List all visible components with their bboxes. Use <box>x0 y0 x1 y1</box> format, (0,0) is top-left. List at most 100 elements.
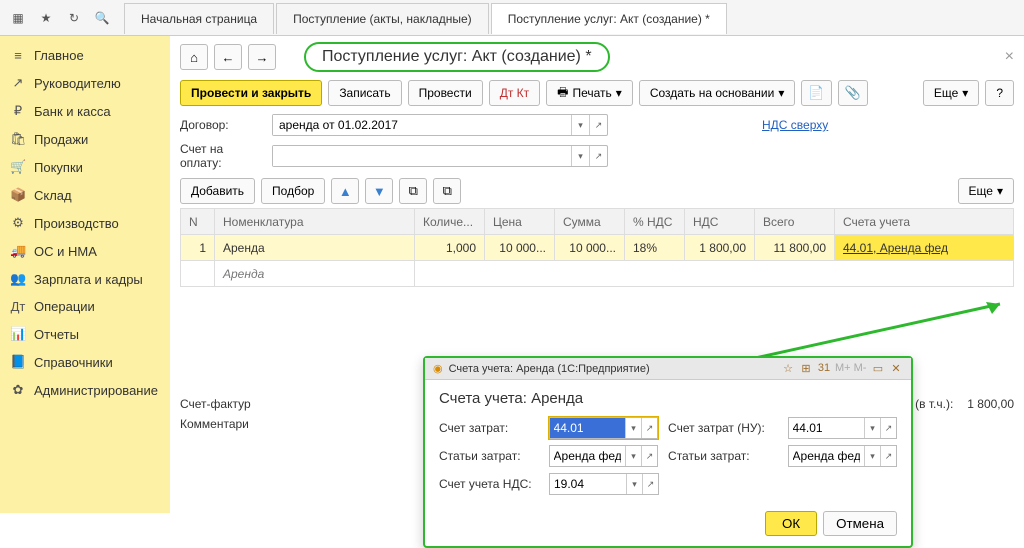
vat-link[interactable]: НДС сверху <box>762 118 828 132</box>
pin-icon[interactable]: ☆ <box>781 362 795 375</box>
table-header-row: N Номенклатура Количе... Цена Сумма % НД… <box>181 209 1014 235</box>
vat-acc-combo[interactable]: ▾↗ <box>549 473 659 495</box>
cell-price[interactable]: 10 000... <box>485 235 555 261</box>
chevron-down-icon[interactable]: ▾ <box>626 474 642 494</box>
apps-icon[interactable]: ▦ <box>6 6 30 30</box>
ok-button[interactable]: ОК <box>765 511 817 536</box>
move-down-button[interactable]: ▼ <box>365 178 393 204</box>
date-icon[interactable]: 31 <box>817 362 831 375</box>
table-row[interactable]: 1 Аренда 1,000 10 000... 10 000... 18% 1… <box>181 235 1014 261</box>
contract-input[interactable] <box>273 115 571 135</box>
sidebar-item-purchases[interactable]: 🛒Покупки <box>0 153 170 181</box>
post-button[interactable]: Провести <box>408 80 483 106</box>
move-up-button[interactable]: ▲ <box>331 178 359 204</box>
back-button[interactable]: ← <box>214 44 242 70</box>
col-price: Цена <box>485 209 555 235</box>
sidebar-item-label: Руководителю <box>34 76 121 91</box>
sidebar-item-production[interactable]: ⚙Производство <box>0 209 170 237</box>
cost-item-input[interactable] <box>550 446 626 466</box>
cell-vat[interactable]: 1 800,00 <box>685 235 755 261</box>
attach-button[interactable]: 📎 <box>838 80 868 106</box>
calc-icon[interactable]: ⊞ <box>799 362 813 375</box>
copy-button[interactable]: ⧉ <box>399 178 427 204</box>
invoice-input[interactable] <box>273 146 571 166</box>
sidebar-item-main[interactable]: ≡Главное <box>0 42 170 69</box>
cost-item-combo[interactable]: ▾↗ <box>549 445 659 467</box>
close-dialog-icon[interactable]: ✕ <box>889 362 903 375</box>
save-button[interactable]: Записать <box>328 80 401 106</box>
cell-account[interactable]: 44.01, Аренда фед <box>835 235 1014 261</box>
sidebar-item-sales[interactable]: 🛍Продажи <box>0 125 170 153</box>
cost-acc-combo[interactable]: ▾↗ <box>549 417 659 439</box>
add-button[interactable]: Добавить <box>180 178 255 204</box>
open-icon[interactable]: ↗ <box>589 115 607 135</box>
open-icon[interactable]: ↗ <box>880 418 896 438</box>
people-icon: 👥 <box>10 271 26 287</box>
sidebar-item-warehouse[interactable]: 📦Склад <box>0 181 170 209</box>
search-icon[interactable]: 🔍 <box>90 6 114 30</box>
invoice-combo[interactable]: ▾ ↗ <box>272 145 608 167</box>
tab-current[interactable]: Поступление услуг: Акт (создание) * <box>491 3 727 34</box>
vat-acc-input[interactable] <box>550 474 626 494</box>
col-sum: Сумма <box>555 209 625 235</box>
table-more-button[interactable]: Еще ▾ <box>958 178 1014 204</box>
chevron-down-icon[interactable]: ▾ <box>625 446 641 466</box>
dialog-titlebar[interactable]: ◉ Счета учета: Аренда (1С:Предприятие) ☆… <box>425 358 911 380</box>
tab-home[interactable]: Начальная страница <box>124 3 274 34</box>
sidebar-item-refs[interactable]: 📘Справочники <box>0 348 170 376</box>
sidebar-item-bank[interactable]: ₽Банк и касса <box>0 97 170 125</box>
open-icon[interactable]: ↗ <box>880 446 896 466</box>
sidebar-item-reports[interactable]: 📊Отчеты <box>0 320 170 348</box>
tab-receipts[interactable]: Поступление (акты, накладные) <box>276 3 489 34</box>
create-based-button[interactable]: Создать на основании ▾ <box>639 80 796 106</box>
sidebar-item-manager[interactable]: ↗Руководителю <box>0 69 170 97</box>
m-minus-icon[interactable]: M- <box>853 362 867 375</box>
print-button[interactable]: 🖶Печать ▾ <box>546 80 633 106</box>
open-icon[interactable]: ↗ <box>641 446 657 466</box>
sidebar-item-assets[interactable]: 🚚ОС и НМА <box>0 237 170 265</box>
open-icon[interactable]: ↗ <box>641 418 657 438</box>
open-icon[interactable]: ↗ <box>589 146 607 166</box>
sidebar-item-admin[interactable]: ✿Администрирование <box>0 376 170 404</box>
select-button[interactable]: Подбор <box>261 178 325 204</box>
cell-name[interactable]: Аренда <box>215 235 415 261</box>
cost-acc-input[interactable] <box>550 418 626 438</box>
post-close-button[interactable]: Провести и закрыть <box>180 80 322 106</box>
cancel-button[interactable]: Отмена <box>823 511 897 536</box>
m-plus-icon[interactable]: M+ <box>835 362 849 375</box>
account-link[interactable]: 44.01, Аренда фед <box>843 241 948 255</box>
cell-vatpct[interactable]: 18% <box>625 235 685 261</box>
star-icon[interactable]: ★ <box>34 6 58 30</box>
cell-qty[interactable]: 1,000 <box>415 235 485 261</box>
dtkt-button[interactable]: Дт Кт <box>489 80 540 106</box>
contract-combo[interactable]: ▾ ↗ <box>272 114 608 136</box>
sidebar-item-payroll[interactable]: 👥Зарплата и кадры <box>0 265 170 293</box>
cost-acc-nu-combo[interactable]: ▾↗ <box>788 417 898 439</box>
paste-button[interactable]: ⧉ <box>433 178 461 204</box>
doc-icon-button[interactable]: 📄 <box>801 80 831 106</box>
home-button[interactable]: ⌂ <box>180 44 208 70</box>
cost-item2-combo[interactable]: ▾↗ <box>788 445 898 467</box>
chevron-down-icon[interactable]: ▾ <box>864 418 880 438</box>
printer-icon: 🖶 <box>557 83 568 104</box>
cell-total[interactable]: 11 800,00 <box>755 235 835 261</box>
cell-sum[interactable]: 10 000... <box>555 235 625 261</box>
chevron-down-icon[interactable]: ▾ <box>571 115 589 135</box>
col-qty: Количе... <box>415 209 485 235</box>
forward-button[interactable]: → <box>248 44 276 70</box>
chevron-down-icon[interactable]: ▾ <box>864 446 880 466</box>
minimize-icon[interactable]: ▭ <box>871 362 885 375</box>
sidebar-item-label: ОС и НМА <box>34 244 97 259</box>
chevron-down-icon[interactable]: ▾ <box>625 418 641 438</box>
open-icon[interactable]: ↗ <box>642 474 658 494</box>
chevron-down-icon[interactable]: ▾ <box>571 146 589 166</box>
help-button[interactable]: ? <box>985 80 1014 106</box>
sidebar-item-operations[interactable]: ДтОперации <box>0 293 170 320</box>
more-button[interactable]: Еще ▾ <box>923 80 979 106</box>
close-icon[interactable]: × <box>1005 48 1014 66</box>
cost-item2-input[interactable] <box>789 446 865 466</box>
invoice-label: Счет на оплату: <box>180 142 268 170</box>
history-icon[interactable]: ↻ <box>62 6 86 30</box>
create-based-label: Создать на основании <box>650 86 775 100</box>
cost-acc-nu-input[interactable] <box>789 418 865 438</box>
